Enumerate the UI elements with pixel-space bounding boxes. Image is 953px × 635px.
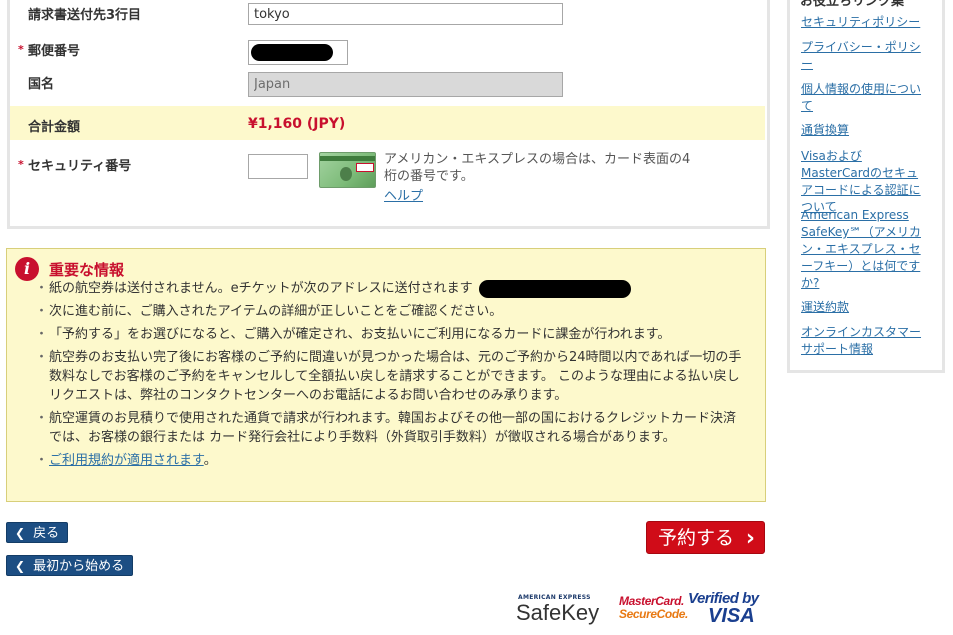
sidebar-link-securecode[interactable]: VisaおよびMasterCardのセキュアコードによる認証について (801, 148, 929, 216)
chevron-left-icon: ❮ (15, 559, 26, 573)
address3-input[interactable] (248, 3, 563, 25)
mastercard-securecode-logo: MasterCard. SecureCode. (619, 594, 688, 624)
redacted-value (251, 44, 333, 61)
terms-link[interactable]: ご利用規約が適用されます (49, 453, 204, 468)
required-mark: * (18, 158, 24, 171)
back-button[interactable]: ❮ 戻る (6, 522, 69, 543)
list-item: ・航空券のお支払い完了後にお客様のご予約に間違いが見つかった場合は、元のご予約か… (35, 350, 742, 403)
list-item: ・紙の航空券は送付されません。eチケットが次のアドレスに送付されます (35, 279, 745, 298)
amex-card-icon (319, 152, 376, 188)
list-item: ・「予約する」をお選びになると、ご購入が確定され、お支払いにご利用になるカードに… (35, 327, 671, 342)
terms-suffix: 。 (203, 453, 217, 468)
info-icon: i (15, 257, 39, 281)
info-text: 航空券のお支払い完了後にお客様のご予約に間違いが見つかった場合は、元のご予約から… (49, 350, 742, 403)
mastercard-logo-line2: SecureCode. (619, 607, 688, 621)
sidebar-link-security-policy[interactable]: セキュリティポリシー (801, 14, 929, 31)
postal-code-label: 郵便番号 (28, 44, 81, 59)
sidebar-link-support[interactable]: オンラインカスタマーサポート情報 (801, 324, 929, 358)
payment-form-panel: 請求書送付先3行目 * 郵便番号 国名 合計金額 ¥1,160 (JPY) * … (7, 0, 770, 229)
sidebar-title: お役立ちリンク集 (800, 0, 905, 9)
book-button[interactable]: 予約する › (646, 521, 765, 554)
security-code-help: アメリカン・エキスプレスの場合は、カード表面の4桁の番号です。 (384, 152, 691, 184)
list-item: ・航空運賃のお見積りで使用された通貨で請求が行われます。韓国およびその他一部の国… (35, 411, 737, 445)
info-text: 紙の航空券は送付されません。eチケットが次のアドレスに送付されます (49, 281, 473, 296)
sidebar-link-currency[interactable]: 通貨換算 (801, 122, 929, 139)
list-item: ・次に進む前に、ご購入されたアイテムの詳細が正しいことをご確認ください。 (35, 304, 503, 319)
helpful-links-sidebar: お役立ちリンク集 セキュリティポリシー プライバシー・ポリシー 個人情報の使用に… (787, 0, 945, 373)
back-button-label: 戻る (33, 526, 60, 541)
total-amount: ¥1,160 (JPY) (248, 116, 346, 132)
sidebar-link-privacy-policy[interactable]: プライバシー・ポリシー (801, 39, 929, 73)
required-mark: * (18, 43, 24, 56)
mastercard-logo-line1: MasterCard. (619, 594, 684, 608)
security-code-label: セキュリティ番号 (28, 159, 132, 174)
book-button-label: 予約する (658, 527, 735, 549)
total-row (10, 106, 765, 140)
security-code-input[interactable] (248, 154, 308, 179)
info-text: 航空運賃のお見積りで使用された通貨で請求が行われます。韓国およびその他一部の国に… (49, 411, 737, 445)
verified-by-visa-logo: Verified by VISA (688, 590, 768, 628)
sidebar-link-safekey[interactable]: American Express SafeKey℠（アメリカン・エキスプレス・セ… (801, 207, 929, 292)
sidebar-link-conditions[interactable]: 運送約款 (801, 299, 929, 316)
chevron-right-icon: › (745, 526, 755, 551)
amex-safekey-logo: AMERICAN EXPRESS SafeKey (516, 594, 604, 628)
help-link[interactable]: ヘルプ (384, 185, 423, 204)
safekey-logo-text: SafeKey (516, 600, 600, 625)
restart-button-label: 最初から始める (33, 559, 125, 574)
redacted-email (478, 279, 631, 298)
important-info-list: ・紙の航空券は送付されません。eチケットが次のアドレスに送付されます ・次に進む… (35, 279, 745, 474)
postal-code-input[interactable] (248, 40, 348, 65)
country-input (248, 72, 563, 97)
visa-logo-line2: VISA (708, 605, 755, 627)
restart-button[interactable]: ❮ 最初から始める (6, 555, 134, 576)
chevron-left-icon: ❮ (15, 526, 26, 540)
list-item: ・ご利用規約が適用されます。 (35, 453, 217, 468)
address3-label: 請求書送付先3行目 (28, 8, 142, 23)
total-label: 合計金額 (28, 120, 81, 135)
important-info-box: i 重要な情報 ・紙の航空券は送付されません。eチケットが次のアドレスに送付され… (6, 248, 766, 502)
important-info-title: 重要な情報 (49, 261, 125, 279)
info-text: 次に進む前に、ご購入されたアイテムの詳細が正しいことをご確認ください。 (49, 304, 503, 319)
country-label: 国名 (28, 77, 55, 92)
info-text: 「予約する」をお選びになると、ご購入が確定され、お支払いにご利用になるカードに課… (49, 327, 671, 342)
sidebar-link-personal-info[interactable]: 個人情報の使用について (801, 81, 929, 115)
